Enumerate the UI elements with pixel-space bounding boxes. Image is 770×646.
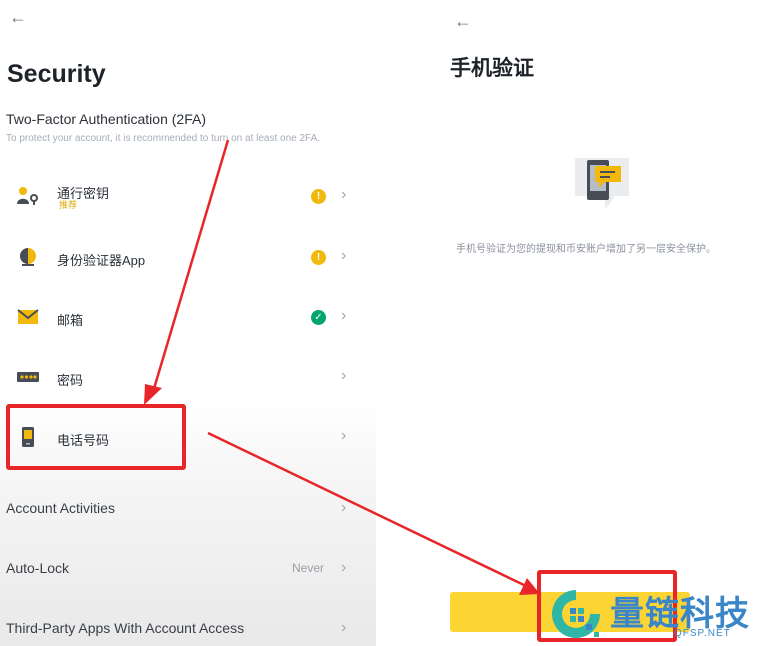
watermark-domain: QFSP.NET	[674, 628, 731, 639]
arrow-to-button	[207, 431, 527, 588]
annotation-arrows	[144, 139, 540, 595]
watermark: 量链科技 QFSP.NET	[548, 584, 770, 644]
arrowhead-button	[519, 578, 540, 595]
watermark-logo-icon	[552, 590, 600, 638]
arrow-to-phone-item	[151, 139, 230, 393]
arrowhead-phone-item	[144, 384, 162, 405]
